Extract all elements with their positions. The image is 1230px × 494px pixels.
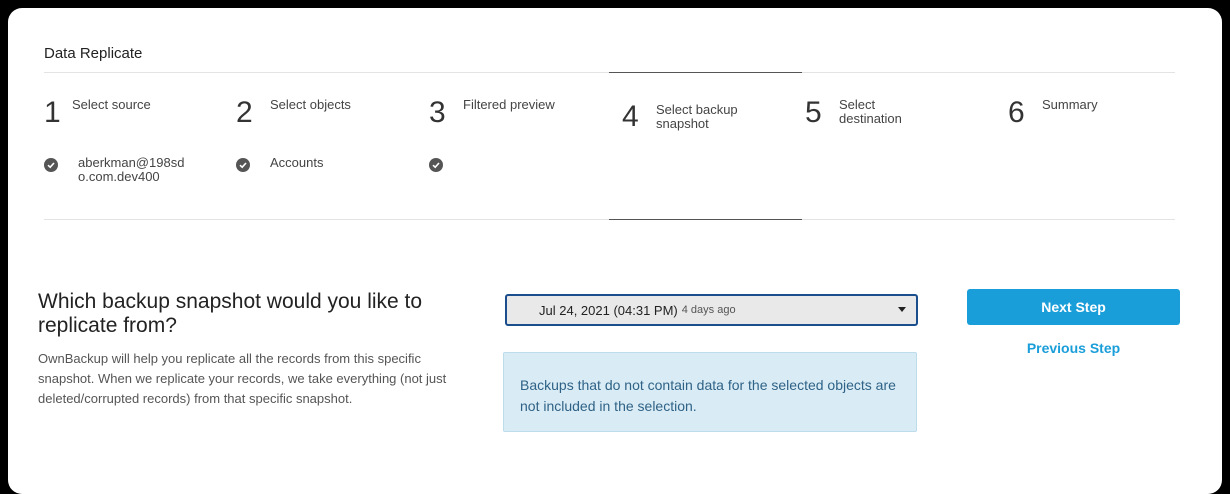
- caret-down-icon: [898, 307, 906, 312]
- step-status-text: Accounts: [270, 155, 324, 170]
- snapshot-question-heading: Which backup snapshot would you like to …: [38, 290, 423, 337]
- check-circle-icon: [44, 158, 58, 172]
- step-label: Select source: [72, 97, 151, 112]
- snapshot-select[interactable]: Jul 24, 2021 (04:31 PM) 4 days ago: [505, 294, 918, 326]
- active-step-bottom-indicator: [609, 219, 802, 220]
- snapshot-description: OwnBackup will help you replicate all th…: [38, 351, 447, 406]
- active-step-top-indicator: [609, 72, 802, 73]
- step-number: 2: [236, 96, 253, 129]
- step-number: 3: [429, 96, 446, 129]
- check-circle-icon: [236, 158, 250, 172]
- snapshot-select-value: Jul 24, 2021 (04:31 PM): [539, 302, 678, 318]
- step-number: 5: [805, 96, 822, 129]
- next-step-button[interactable]: Next Step: [967, 289, 1180, 325]
- info-alert: Backups that do not contain data for the…: [503, 352, 917, 432]
- step-label: Select backup snapshot: [656, 102, 738, 131]
- snapshot-select-relative-time: 4 days ago: [681, 304, 736, 316]
- step-number: 1: [44, 96, 61, 129]
- step-label: Select destination: [839, 97, 902, 126]
- previous-step-link[interactable]: Previous Step: [967, 340, 1180, 356]
- step-status-text: aberkman@198sdo.com.dev400: [78, 155, 185, 184]
- step-number: 6: [1008, 96, 1025, 129]
- step-number: 4: [622, 100, 639, 133]
- step-label: Filtered preview: [463, 97, 555, 112]
- app-window: Data Replicate 1 Select source aberkman@…: [8, 8, 1222, 494]
- check-circle-icon: [429, 158, 443, 172]
- step-label: Select objects: [270, 97, 351, 112]
- page-title: Data Replicate: [44, 45, 143, 62]
- step-label: Summary: [1042, 97, 1098, 112]
